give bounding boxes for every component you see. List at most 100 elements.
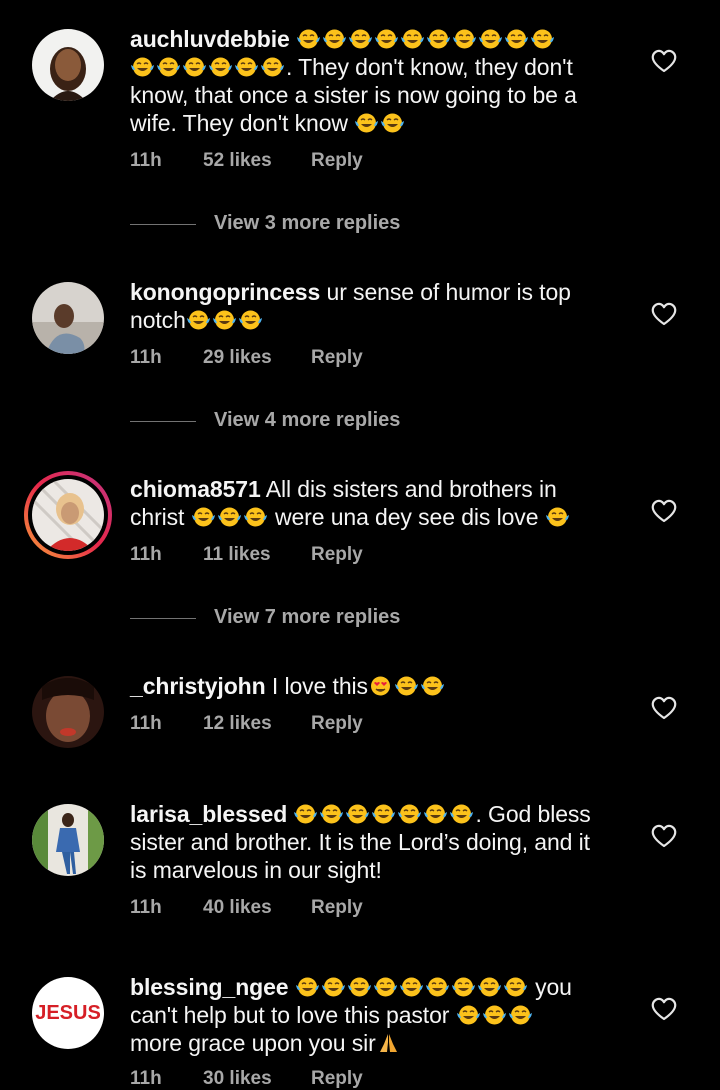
face-with-tears-of-joy-icon (373, 976, 398, 998)
reply-button[interactable]: Reply (311, 544, 363, 566)
like-heart-icon[interactable] (650, 301, 678, 327)
comment-username[interactable]: larisa_blessed (130, 801, 287, 827)
comment-text: larisa_blessed . God bless sister and br… (130, 800, 630, 884)
comment-line: . God bless (475, 801, 591, 827)
comment-username[interactable]: konongoprincess (130, 279, 320, 305)
reply-button[interactable]: Reply (311, 897, 363, 919)
reply-button[interactable]: Reply (311, 347, 363, 369)
face-with-tears-of-joy-icon (260, 56, 285, 78)
comment-line: is marvelous in our sight! (130, 857, 382, 883)
comment-line: wife. They don't know (130, 110, 355, 136)
divider (130, 224, 196, 225)
face-with-tears-of-joy-icon (426, 28, 451, 50)
comment-username[interactable]: auchluvdebbie (130, 26, 290, 52)
view-more-replies[interactable]: View 3 more replies (130, 212, 530, 236)
face-with-tears-of-joy-icon (374, 28, 399, 50)
view-replies-label[interactable]: View 3 more replies (214, 212, 400, 235)
comment-time: 11h (130, 544, 162, 565)
face-with-tears-of-joy-icon (322, 28, 347, 50)
face-with-tears-of-joy-icon (295, 976, 320, 998)
like-heart-icon[interactable] (650, 996, 678, 1022)
comment-username[interactable]: blessing_ngee (130, 974, 289, 1000)
avatar[interactable]: JESUS (32, 977, 104, 1049)
folded-hands-icon (376, 1032, 401, 1054)
face-with-tears-of-joy-icon (530, 28, 555, 50)
likes-count[interactable]: 12 likes (203, 713, 272, 735)
face-with-tears-of-joy-icon (394, 675, 419, 697)
likes-count[interactable]: 52 likes (203, 150, 272, 172)
face-with-tears-of-joy-icon (234, 56, 259, 78)
view-replies-label[interactable]: View 4 more replies (214, 409, 400, 432)
like-heart-icon[interactable] (650, 48, 678, 74)
divider (130, 618, 196, 619)
comment-text: _christyjohn I love this (130, 672, 630, 700)
face-with-tears-of-joy-icon (371, 803, 396, 825)
face-with-tears-of-joy-icon (238, 309, 263, 331)
avatar[interactable] (32, 282, 104, 354)
view-more-replies[interactable]: View 7 more replies (130, 606, 530, 630)
comment-text: chioma8571 All dis sisters and brothers … (130, 475, 630, 531)
face-with-tears-of-joy-icon (449, 803, 474, 825)
face-with-tears-of-joy-icon (508, 1004, 533, 1026)
likes-count[interactable]: 30 likes (203, 1068, 272, 1090)
face-with-tears-of-joy-icon (319, 803, 344, 825)
like-heart-icon[interactable] (650, 695, 678, 721)
reply-button[interactable]: Reply (311, 150, 363, 172)
comment-line: ur sense of humor is top (326, 279, 571, 305)
like-heart-icon[interactable] (650, 498, 678, 524)
comment-line: I love this (271, 673, 368, 699)
face-with-tears-of-joy-icon (293, 803, 318, 825)
comment-username[interactable]: _christyjohn (130, 673, 266, 699)
emoji-group (296, 26, 556, 52)
comment-line: . They don't know, they don't (286, 54, 573, 80)
comment-line: know, that once a sister is now going to… (130, 82, 577, 108)
face-with-tears-of-joy-icon (423, 803, 448, 825)
face-with-tears-of-joy-icon (321, 976, 346, 998)
comment-line: you (528, 974, 572, 1000)
face-with-tears-of-joy-icon (420, 675, 445, 697)
face-with-tears-of-joy-icon (345, 803, 370, 825)
avatar-text: JESUS (35, 1001, 101, 1024)
face-with-tears-of-joy-icon (456, 1004, 481, 1026)
face-with-tears-of-joy-icon (191, 506, 216, 528)
face-with-tears-of-joy-icon (478, 28, 503, 50)
reply-button[interactable]: Reply (311, 1068, 363, 1090)
comment-time: 11h (130, 713, 162, 734)
view-more-replies[interactable]: View 4 more replies (130, 409, 530, 433)
comment-text: konongoprincess ur sense of humor is top… (130, 278, 630, 334)
view-replies-label[interactable]: View 7 more replies (214, 606, 400, 629)
smiling-face-with-heart-eyes-icon (368, 675, 393, 697)
face-with-tears-of-joy-icon (399, 976, 424, 998)
comment-time: 11h (130, 897, 162, 918)
divider (130, 421, 196, 422)
face-with-tears-of-joy-icon (354, 112, 379, 134)
face-with-tears-of-joy-icon (477, 976, 502, 998)
comment-line: sister and brother. It is the Lord’s doi… (130, 829, 590, 855)
comment-line: more grace upon you sir (130, 1030, 376, 1056)
avatar-story-ring[interactable] (24, 471, 112, 559)
face-with-tears-of-joy-icon (217, 506, 242, 528)
face-with-tears-of-joy-icon (296, 28, 321, 50)
avatar[interactable] (32, 29, 104, 101)
face-with-tears-of-joy-icon (212, 309, 237, 331)
face-with-tears-of-joy-icon (243, 506, 268, 528)
reply-button[interactable]: Reply (311, 713, 363, 735)
comment-username[interactable]: chioma8571 (130, 476, 261, 502)
face-with-tears-of-joy-icon (130, 56, 155, 78)
face-with-tears-of-joy-icon (452, 28, 477, 50)
like-heart-icon[interactable] (650, 823, 678, 849)
comment-line: can't help but to love this pastor (130, 1002, 456, 1028)
likes-count[interactable]: 11 likes (203, 544, 271, 566)
face-with-tears-of-joy-icon (380, 112, 405, 134)
avatar[interactable] (32, 804, 104, 876)
avatar[interactable] (32, 676, 104, 748)
face-with-tears-of-joy-icon (504, 28, 529, 50)
comment-line: were una dey see dis love (268, 504, 545, 530)
face-with-tears-of-joy-icon (186, 309, 211, 331)
likes-count[interactable]: 40 likes (203, 897, 272, 919)
likes-count[interactable]: 29 likes (203, 347, 272, 369)
comment-time: 11h (130, 347, 162, 368)
face-with-tears-of-joy-icon (348, 28, 373, 50)
comment-time: 11h (130, 1068, 162, 1089)
face-with-tears-of-joy-icon (425, 976, 450, 998)
